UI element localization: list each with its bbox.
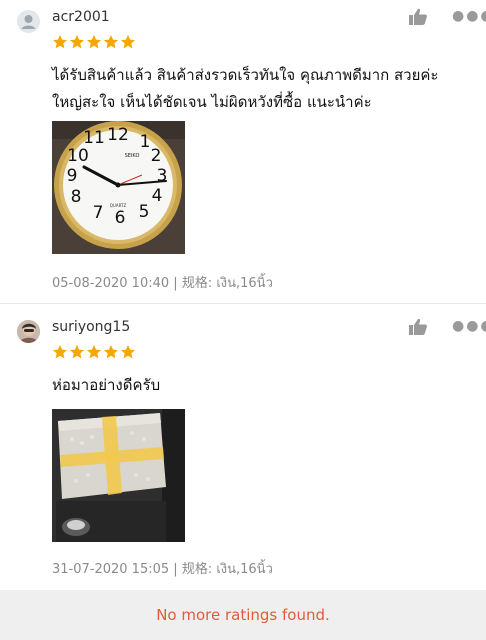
clock-numeral: 12 — [107, 125, 129, 145]
review-variation: 规格: เงิน,16นิ้ว — [181, 562, 273, 577]
star-icon — [87, 345, 101, 359]
clock-numeral: 6 — [115, 208, 126, 228]
review-meta: 31-07-2020 15:05 | 规格: เงิน,16นิ้ว — [52, 558, 273, 579]
star-icon — [104, 345, 118, 359]
clock-numeral: 1 — [140, 132, 151, 152]
review-date: 31-07-2020 15:05 — [52, 562, 170, 577]
more-options-icon[interactable]: ●●● — [452, 8, 486, 24]
star-icon — [104, 35, 118, 49]
review-card: acr2001 ●●● ได้รับสินค้าแล้ว สินค้าส่งรว… — [0, 0, 486, 303]
star-icon — [87, 35, 101, 49]
clock-numeral: 11 — [83, 128, 105, 148]
review-card: suriyong15 ●●● ห่อมาอย่างดีครับ — [0, 304, 486, 590]
comment-line: ใหญ่สะใจ เห็นได้ชัดเจน ไม่ผิดหวังที่ซื้อ… — [52, 93, 372, 111]
ratings-footer: No more ratings found. — [0, 590, 486, 640]
review-meta: 05-08-2020 10:40 | 规格: เงิน,16นิ้ว — [52, 272, 273, 293]
clock-brand: SEIKO — [125, 153, 140, 159]
star-icon — [53, 35, 67, 49]
star-icon — [121, 345, 135, 359]
clock-numeral: 4 — [152, 186, 163, 206]
meta-separator: | — [173, 276, 182, 291]
star-rating — [52, 344, 137, 360]
review-variation: 规格: เงิน,16นิ้ว — [181, 276, 273, 291]
default-avatar-icon[interactable] — [17, 10, 40, 33]
review-photo-package[interactable] — [52, 409, 185, 542]
reviewer-username[interactable]: suriyong15 — [52, 319, 130, 335]
clock-numeral: 8 — [71, 187, 82, 207]
thumbs-up-icon[interactable] — [408, 8, 428, 26]
review-comment: ได้รับสินค้าแล้ว สินค้าส่งรวดเร็วทันใจ ค… — [52, 62, 472, 116]
more-options-icon[interactable]: ●●● — [452, 318, 486, 334]
star-icon — [70, 35, 84, 49]
no-more-ratings-text: No more ratings found. — [156, 606, 330, 624]
review-comment: ห่อมาอย่างดีครับ — [52, 372, 472, 399]
clock-model: QUARTZ — [110, 203, 127, 208]
reviewer-username[interactable]: acr2001 — [52, 9, 110, 25]
clock-numeral: 9 — [67, 166, 78, 186]
clock-numeral: 3 — [157, 166, 168, 186]
star-icon — [53, 345, 67, 359]
clock-numeral: 5 — [139, 202, 150, 222]
thumbs-up-icon[interactable] — [408, 318, 428, 336]
comment-line: ได้รับสินค้าแล้ว สินค้าส่งรวดเร็วทันใจ ค… — [52, 66, 439, 84]
review-photo-clock[interactable]: 12 1 2 3 4 5 6 7 8 9 10 11 SEIKO QUARTZ — [52, 121, 185, 254]
clock-numeral: 10 — [67, 146, 89, 166]
star-icon — [70, 345, 84, 359]
comment-line: ห่อมาอย่างดีครับ — [52, 376, 161, 394]
meta-separator: | — [173, 562, 182, 577]
user-avatar-icon[interactable] — [17, 320, 40, 343]
star-icon — [121, 35, 135, 49]
clock-numeral: 2 — [151, 146, 162, 166]
review-date: 05-08-2020 10:40 — [52, 276, 170, 291]
clock-numeral: 7 — [93, 203, 104, 223]
star-rating — [52, 34, 137, 50]
